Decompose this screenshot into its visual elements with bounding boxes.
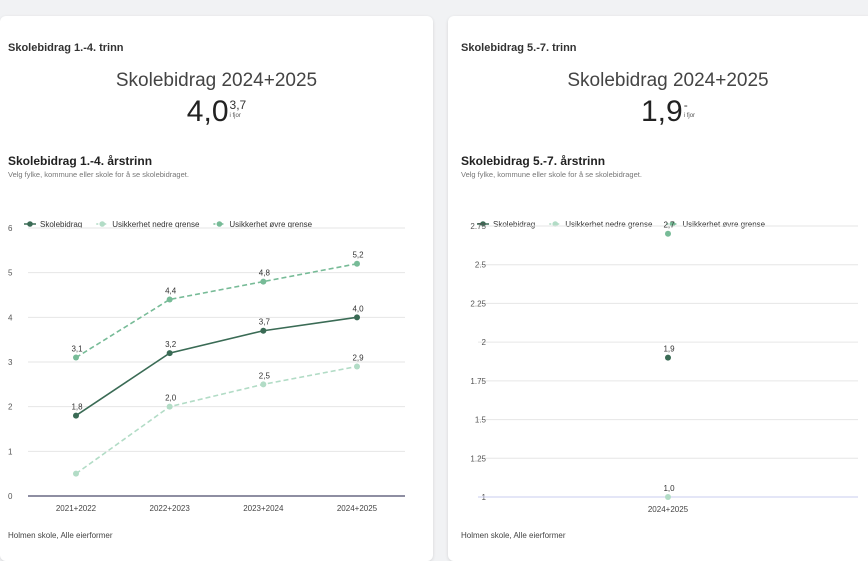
data-label-usikkerhet-nedre-grense: 2,0 (165, 394, 177, 403)
data-point-usikkerhet-nedre-grense (354, 363, 360, 370)
data-point-skolebidrag (73, 412, 79, 419)
data-point-skolebidrag (354, 314, 360, 321)
data-label-skolebidrag: 1,8 (71, 403, 83, 412)
data-label-usikkerhet-nedre-grense: 1,0 (663, 484, 675, 493)
footer-note: Holmen skole, Alle eierformer (8, 531, 113, 540)
y-tick-label: 2 (8, 403, 13, 412)
y-tick-label: 2 (482, 338, 487, 347)
y-tick-label: 1.25 (470, 454, 486, 463)
series-line-usikkerhet-nedre-grense (75, 365, 358, 475)
x-tick-label: 2022+2023 (150, 504, 191, 513)
y-tick-label: 2.25 (470, 299, 486, 308)
data-label-usikkerhet-ovre-grense: 2,7 (663, 221, 675, 230)
y-tick-label: 1.75 (470, 377, 486, 386)
data-label-skolebidrag: 4,0 (352, 304, 364, 313)
legend-label-usikkerhet-ovre-grense: Usikkerhet øvre grense (682, 220, 765, 229)
data-point-skolebidrag (260, 327, 267, 334)
y-tick-label: 3 (8, 358, 13, 367)
legend-marker-skolebidrag (27, 221, 33, 227)
y-tick-label: 0 (8, 492, 13, 501)
data-label-usikkerhet-ovre-grense: 5,2 (352, 251, 364, 260)
data-point-usikkerhet-ovre-grense (73, 354, 79, 361)
y-tick-label: 1.5 (475, 416, 487, 425)
legend-label-usikkerhet-nedre-grense: Usikkerhet nedre grense (565, 220, 653, 229)
data-point-skolebidrag (166, 350, 173, 357)
data-label-skolebidrag: 1,9 (663, 345, 675, 354)
data-point-skolebidrag (665, 354, 671, 361)
chart-card-5-7: Skolebidrag 5.-7. trinn Skolebidrag 2024… (448, 16, 868, 561)
data-point-usikkerhet-ovre-grense (354, 260, 360, 267)
legend-marker-usikkerhet-ovre-grense (216, 221, 223, 227)
chart-card-1-4: Skolebidrag 1.-4. trinn Skolebidrag 2024… (0, 16, 433, 561)
data-point-usikkerhet-nedre-grense (665, 494, 671, 500)
data-label-usikkerhet-ovre-grense: 3,1 (71, 345, 83, 354)
data-point-usikkerhet-nedre-grense (260, 381, 267, 388)
data-point-usikkerhet-ovre-grense (665, 230, 671, 237)
y-tick-label: 4 (8, 313, 13, 322)
data-label-skolebidrag: 3,2 (165, 340, 177, 349)
data-label-usikkerhet-nedre-grense: 2,5 (259, 371, 271, 380)
footer-note: Holmen skole, Alle eierformer (461, 531, 566, 540)
y-tick-label: 2.5 (475, 261, 487, 270)
y-tick-label: 6 (8, 224, 13, 233)
x-tick-label: 2021+2022 (56, 504, 97, 513)
y-tick-label: 5 (8, 269, 13, 278)
y-tick-label: 1 (8, 447, 13, 456)
data-point-usikkerhet-nedre-grense (73, 470, 79, 477)
x-tick-label: 2023+2024 (243, 504, 284, 513)
x-tick-label: 2024+2025 (337, 504, 378, 513)
data-label-skolebidrag: 3,7 (259, 318, 271, 327)
data-point-usikkerhet-ovre-grense (260, 278, 267, 285)
dot-chart: Skolebidrag Usikkerhet nedre grense Usikke… (470, 220, 858, 514)
data-label-usikkerhet-ovre-grense: 4,4 (165, 286, 177, 295)
line-chart: Skolebidrag Usikkerhet nedre grense Usikke… (8, 220, 405, 513)
data-point-usikkerhet-ovre-grense (166, 296, 173, 303)
y-tick-label: 2.75 (470, 222, 486, 231)
data-point-usikkerhet-nedre-grense (166, 403, 173, 410)
series-line-usikkerhet-ovre-grense (75, 262, 358, 359)
x-tick-label: 2024+2025 (648, 505, 689, 514)
data-label-usikkerhet-ovre-grense: 4,8 (259, 269, 271, 278)
data-label-usikkerhet-nedre-grense: 2,9 (352, 353, 364, 362)
legend-marker-usikkerhet-nedre-grense (99, 221, 106, 227)
legend-label-skolebidrag: Skolebidrag (493, 220, 535, 229)
